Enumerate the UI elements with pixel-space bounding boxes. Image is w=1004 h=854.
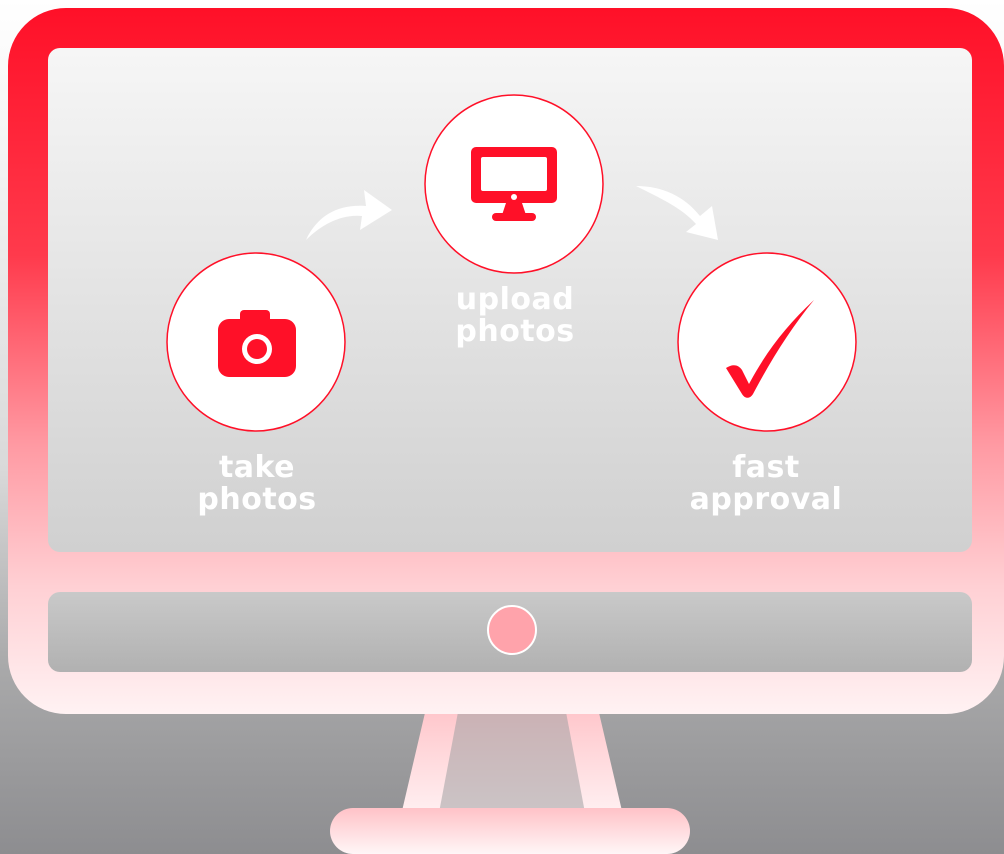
camera-icon (218, 310, 296, 377)
monitor-stand-base (330, 808, 690, 854)
step-upload-photos (424, 94, 604, 274)
step-fast-approval (677, 252, 857, 432)
step-label-line: photos (197, 482, 317, 517)
step-label-line: fast (732, 450, 800, 485)
step-label-take-photos: take photos (137, 452, 377, 516)
monitor-stand-neck-inner (438, 712, 586, 818)
step-label-upload-photos: upload photos (395, 284, 635, 348)
step-label-line: take (218, 450, 296, 485)
step-label-line: upload (455, 282, 575, 317)
computer-monitor-illustration (8, 8, 1004, 854)
step-label-line: approval (689, 482, 843, 517)
step-label-line: photos (455, 314, 575, 349)
step-label-fast-approval: fast approval (646, 452, 886, 516)
power-button (487, 605, 537, 655)
step-take-photos (166, 252, 346, 432)
